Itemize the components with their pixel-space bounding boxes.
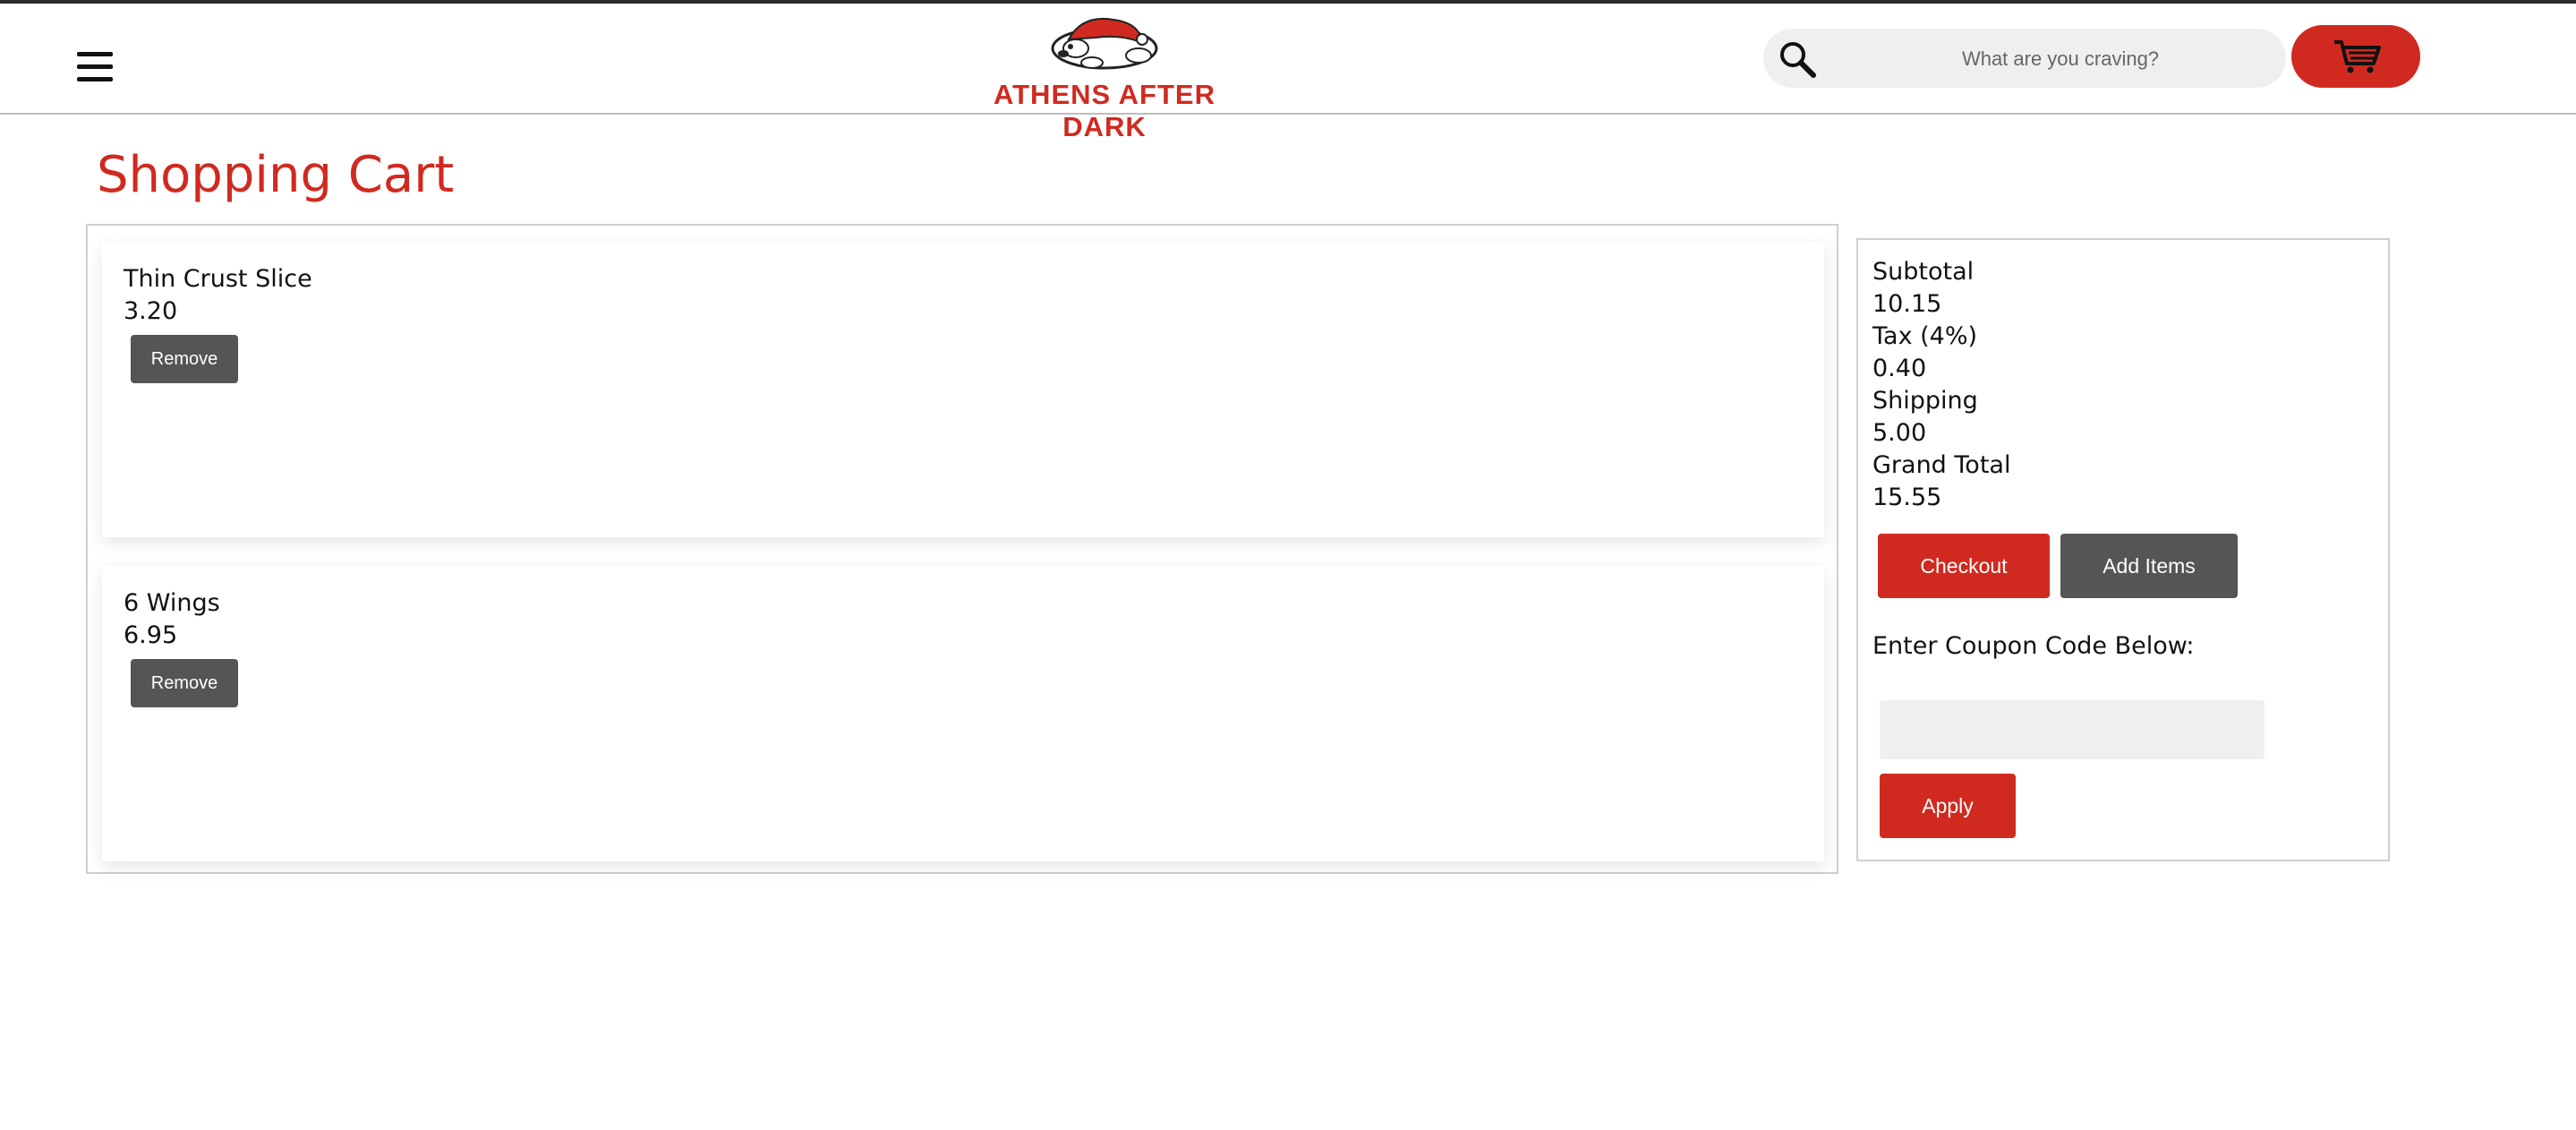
- order-summary-panel: Subtotal 10.15 Tax (4%) 0.40 Shipping 5.…: [1856, 238, 2390, 861]
- site-header: ATHENS AFTER DARK: [0, 4, 2576, 142]
- cart-items-panel: Thin Crust Slice 3.20 Remove 6 Wings 6.9…: [86, 224, 1838, 874]
- bulldog-mascot-icon: [1051, 18, 1158, 70]
- apply-coupon-button[interactable]: Apply: [1880, 774, 2016, 838]
- cart-icon: [2334, 40, 2381, 73]
- search-bar: [1763, 29, 2286, 88]
- cart-button[interactable]: [2291, 25, 2420, 88]
- item-price: 3.20: [124, 297, 178, 325]
- remove-item-button[interactable]: Remove: [131, 335, 238, 383]
- coupon-prompt: Enter Coupon Code Below:: [1872, 632, 2195, 660]
- site-logo[interactable]: ATHENS AFTER DARK: [952, 13, 1257, 142]
- hamburger-menu-icon[interactable]: [77, 52, 113, 82]
- grand-total-label: Grand Total: [1872, 451, 2011, 479]
- cart-item: Thin Crust Slice 3.20 Remove: [102, 242, 1824, 537]
- logo-text: ATHENS AFTER DARK: [994, 79, 1215, 142]
- tax-value: 0.40: [1872, 355, 1927, 382]
- remove-item-button[interactable]: Remove: [131, 659, 238, 707]
- coupon-code-input[interactable]: [1880, 700, 2265, 759]
- search-icon[interactable]: [1778, 39, 1817, 79]
- item-name: Thin Crust Slice: [124, 265, 312, 293]
- item-name: 6 Wings: [124, 589, 220, 617]
- add-items-button[interactable]: Add Items: [2060, 534, 2238, 598]
- checkout-button[interactable]: Checkout: [1878, 534, 2050, 598]
- shipping-label: Shipping: [1872, 387, 1978, 415]
- tax-label: Tax (4%): [1872, 322, 1978, 350]
- item-price: 6.95: [124, 621, 178, 649]
- cart-item: 6 Wings 6.95 Remove: [102, 566, 1824, 861]
- subtotal-value: 10.15: [1872, 290, 1942, 318]
- grand-total-value: 15.55: [1872, 484, 1942, 511]
- subtotal-label: Subtotal: [1872, 258, 1975, 286]
- search-input[interactable]: [1853, 41, 2268, 77]
- shipping-value: 5.00: [1872, 419, 1927, 447]
- page-title: Shopping Cart: [97, 146, 455, 204]
